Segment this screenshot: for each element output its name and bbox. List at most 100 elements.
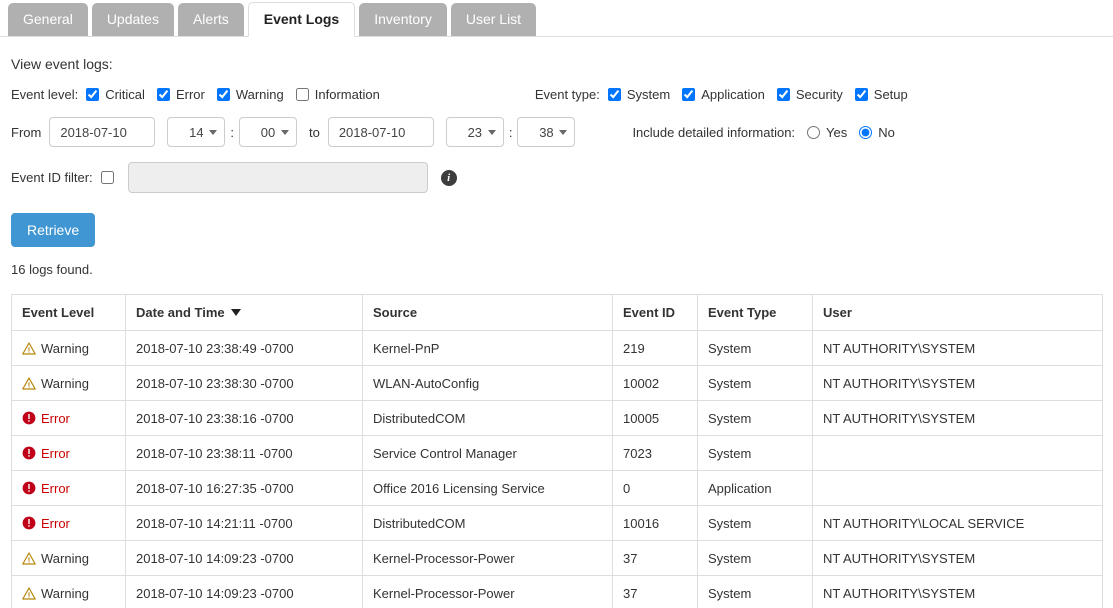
cell-event-type: System: [698, 401, 813, 436]
cell-date-time: 2018-07-10 16:27:35 -0700: [126, 471, 363, 506]
event-level-checkbox-error[interactable]: [157, 88, 170, 101]
warning-icon: [22, 377, 36, 390]
table-row[interactable]: Warning 2018-07-10 23:38:30 -0700WLAN-Aut…: [12, 366, 1103, 401]
column-header-source[interactable]: Source: [363, 295, 613, 331]
tab-label: User List: [466, 11, 521, 27]
filters-row-levels: Event level: CriticalErrorWarningInforma…: [11, 87, 1102, 102]
from-hour-select[interactable]: 14: [167, 117, 225, 147]
cell-source: Kernel-Processor-Power: [363, 576, 613, 608]
cell-user: NT AUTHORITY\SYSTEM: [813, 366, 1103, 401]
event-level-badge: Warning: [22, 376, 115, 391]
chevron-down-icon: [559, 130, 567, 135]
column-header-date-and-time[interactable]: Date and Time: [126, 295, 363, 331]
detailed-info-no-radio[interactable]: [859, 126, 872, 139]
cell-date-time: 2018-07-10 14:09:23 -0700: [126, 541, 363, 576]
tab-updates[interactable]: Updates: [92, 3, 174, 36]
column-header-user[interactable]: User: [813, 295, 1103, 331]
detailed-info-yes-label: Yes: [826, 125, 847, 140]
checkbox-label: Error: [176, 87, 205, 102]
detailed-info-label: Include detailed information:: [632, 125, 795, 140]
table-row[interactable]: Warning2018-07-10 23:38:49 -0700Kernel-P…: [12, 331, 1103, 366]
cell-date-time: 2018-07-10 23:38:30 -0700: [126, 366, 363, 401]
tab-label: Updates: [107, 11, 159, 27]
page-title: View event logs:: [11, 56, 1102, 72]
cell-event-level: Warning: [12, 366, 126, 401]
column-header-label: Event ID: [623, 305, 675, 320]
event-level-text: Warning: [41, 586, 89, 601]
cell-source: WLAN-AutoConfig: [363, 366, 613, 401]
time-colon: :: [230, 125, 234, 140]
event-type-checkbox-application[interactable]: [682, 88, 695, 101]
cell-event-id: 10002: [613, 366, 698, 401]
event-level-badge: Error: [22, 516, 115, 531]
table-row[interactable]: Error2018-07-10 14:21:11 -0700Distribute…: [12, 506, 1103, 541]
event-level-option-information[interactable]: Information: [296, 87, 380, 102]
table-row[interactable]: Error2018-07-10 23:38:11 -0700Service Co…: [12, 436, 1103, 471]
to-hour-select[interactable]: 23: [446, 117, 504, 147]
column-header-label: Source: [373, 305, 417, 320]
to-date-input[interactable]: [328, 117, 434, 147]
cell-event-id: 10016: [613, 506, 698, 541]
event-level-option-error[interactable]: Error: [157, 87, 205, 102]
tab-general[interactable]: General: [8, 3, 88, 36]
checkbox-label: System: [627, 87, 670, 102]
column-header-event-type[interactable]: Event Type: [698, 295, 813, 331]
detailed-info-yes-radio[interactable]: [807, 126, 820, 139]
event-level-badge: Error: [22, 481, 115, 496]
event-type-checkbox-security[interactable]: [777, 88, 790, 101]
event-level-option-critical[interactable]: Critical: [86, 87, 145, 102]
table-header-row: Event LevelDate and Time Source Event ID Ev…: [12, 295, 1103, 331]
table-row[interactable]: Error2018-07-10 16:27:35 -0700Office 201…: [12, 471, 1103, 506]
event-type-option-setup[interactable]: Setup: [855, 87, 908, 102]
event-type-option-system[interactable]: System: [608, 87, 670, 102]
from-minute-select[interactable]: 00: [239, 117, 297, 147]
column-header-event-level[interactable]: Event Level: [12, 295, 126, 331]
tab-event-logs[interactable]: Event Logs: [248, 2, 355, 37]
detailed-info-yes-option[interactable]: Yes: [807, 125, 847, 140]
cell-event-type: Application: [698, 471, 813, 506]
event-level-option-warning[interactable]: Warning: [217, 87, 284, 102]
to-minute-select[interactable]: 38: [517, 117, 575, 147]
event-level-text: Warning: [41, 551, 89, 566]
event-level-checkbox-warning[interactable]: [217, 88, 230, 101]
cell-date-time: 2018-07-10 23:38:49 -0700: [126, 331, 363, 366]
table-row[interactable]: Warning 2018-07-10 14:09:23 -0700Kernel-P…: [12, 541, 1103, 576]
tab-user-list[interactable]: User List: [451, 3, 536, 36]
event-id-filter-checkbox[interactable]: [101, 171, 114, 184]
event-id-filter-input[interactable]: [128, 162, 428, 193]
event-level-text: Error: [41, 446, 70, 461]
cell-user: NT AUTHORITY\SYSTEM: [813, 576, 1103, 608]
from-label: From: [11, 125, 41, 140]
cell-event-id: 7023: [613, 436, 698, 471]
info-icon[interactable]: i: [441, 170, 457, 186]
table-row[interactable]: Warning 2018-07-10 14:09:23 -0700Kernel-P…: [12, 576, 1103, 608]
event-level-text: Warning: [41, 376, 89, 391]
filters-row-daterange: From 14 : 00 to 23 : 38 Include detailed…: [11, 117, 1102, 147]
retrieve-button[interactable]: Retrieve: [11, 213, 95, 247]
event-level-checkbox-information[interactable]: [296, 88, 309, 101]
event-level-checkbox-critical[interactable]: [86, 88, 99, 101]
tab-inventory[interactable]: Inventory: [359, 3, 447, 36]
table-row[interactable]: Error2018-07-10 23:38:16 -0700Distribute…: [12, 401, 1103, 436]
event-type-checkbox-group: System Application Security Setup: [600, 87, 908, 102]
event-type-label: Event type:: [535, 87, 600, 102]
cell-date-time: 2018-07-10 14:09:23 -0700: [126, 576, 363, 608]
column-header-event-id[interactable]: Event ID: [613, 295, 698, 331]
detailed-info-no-option[interactable]: No: [859, 125, 895, 140]
cell-source: Kernel-Processor-Power: [363, 541, 613, 576]
cell-source: Service Control Manager: [363, 436, 613, 471]
event-level-badge: Warning: [22, 341, 115, 356]
event-type-checkbox-setup[interactable]: [855, 88, 868, 101]
cell-event-type: System: [698, 576, 813, 608]
cell-event-level: Error: [12, 471, 126, 506]
event-level-badge: Error: [22, 446, 115, 461]
event-type-checkbox-system[interactable]: [608, 88, 621, 101]
table-body: Warning 2018-07-10 23:38:49 -0700 Kernel-P…: [12, 331, 1103, 608]
from-date-input[interactable]: [49, 117, 155, 147]
event-id-filter-label: Event ID filter:: [11, 170, 93, 185]
event-type-option-security[interactable]: Security: [777, 87, 843, 102]
cell-event-id: 10005: [613, 401, 698, 436]
from-minute-value: 00: [261, 125, 275, 140]
tab-alerts[interactable]: Alerts: [178, 3, 244, 36]
event-type-option-application[interactable]: Application: [682, 87, 765, 102]
